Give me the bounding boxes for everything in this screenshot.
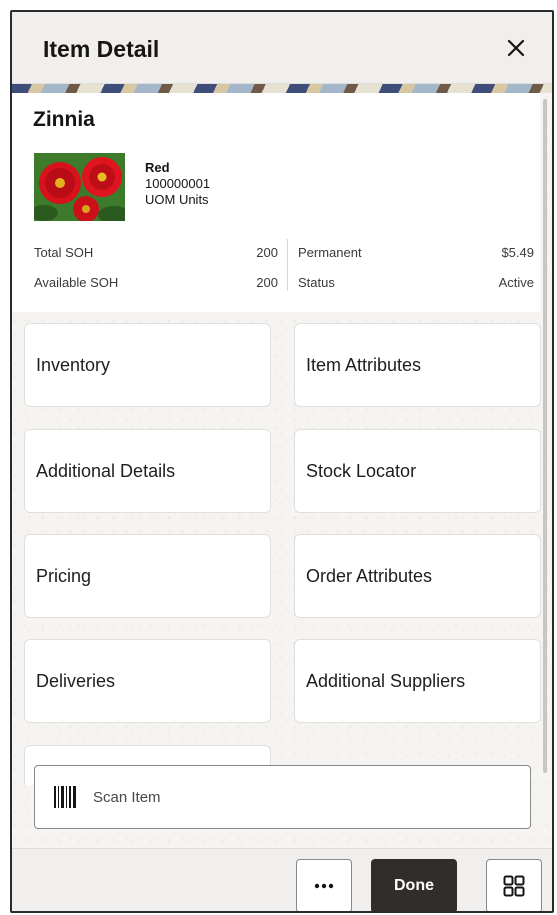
item-uom: UOM Units [145,192,209,207]
item-number: 100000001 [145,176,211,191]
available-soh-value: 200 [256,275,278,290]
grid-icon [503,875,525,897]
status-label: Status [298,275,335,290]
item-meta: Red 100000001 UOM Units [145,160,210,208]
item-summary: Zinnia Red 100000001 UOM Units Total SOH… [12,93,540,312]
total-soh-value: 200 [256,245,278,260]
scan-item-label: Scan Item [93,788,161,806]
dialog-footer: Done [12,848,552,911]
close-button[interactable] [498,30,534,66]
tile-additional-details[interactable]: Additional Details [24,429,271,513]
item-name: Zinnia [33,108,95,131]
stat-row-total: Total SOH 200 Permanent $5.49 [34,245,534,273]
tile-pricing[interactable]: Pricing [24,534,271,618]
close-icon [507,39,525,57]
dialog-content[interactable]: Zinnia Red 100000001 UOM Units Total SOH… [12,93,552,848]
tile-inventory[interactable]: Inventory [24,323,271,407]
scrollbar[interactable] [543,99,547,773]
permanent-label: Permanent [298,245,362,260]
stat-row-available: Available SOH 200 Status Active [34,275,534,303]
decorative-banner [12,84,552,93]
tile-order-attributes[interactable]: Order Attributes [294,534,541,618]
more-icon [314,883,334,889]
dialog-title: Item Detail [43,36,160,62]
grid-view-button[interactable] [486,859,542,911]
total-soh-label: Total SOH [34,245,94,260]
scan-item-field[interactable]: Scan Item [34,765,531,829]
permanent-price-value: $5.49 [501,245,534,260]
barcode-icon [54,786,76,808]
dialog-header: Item Detail [12,12,552,84]
item-image [34,153,125,221]
tile-deliveries[interactable]: Deliveries [24,639,271,723]
tile-stock-locator[interactable]: Stock Locator [294,429,541,513]
status-value: Active [498,275,534,290]
stats-divider [287,239,288,291]
item-detail-dialog: Item Detail Zinnia Red 100000001 UOM Uni… [10,10,554,913]
item-color: Red [145,160,170,175]
tile-item-attributes[interactable]: Item Attributes [294,323,541,407]
tile-additional-suppliers[interactable]: Additional Suppliers [294,639,541,723]
available-soh-label: Available SOH [34,275,119,290]
more-actions-button[interactable] [296,859,352,911]
done-button[interactable]: Done [371,859,457,911]
